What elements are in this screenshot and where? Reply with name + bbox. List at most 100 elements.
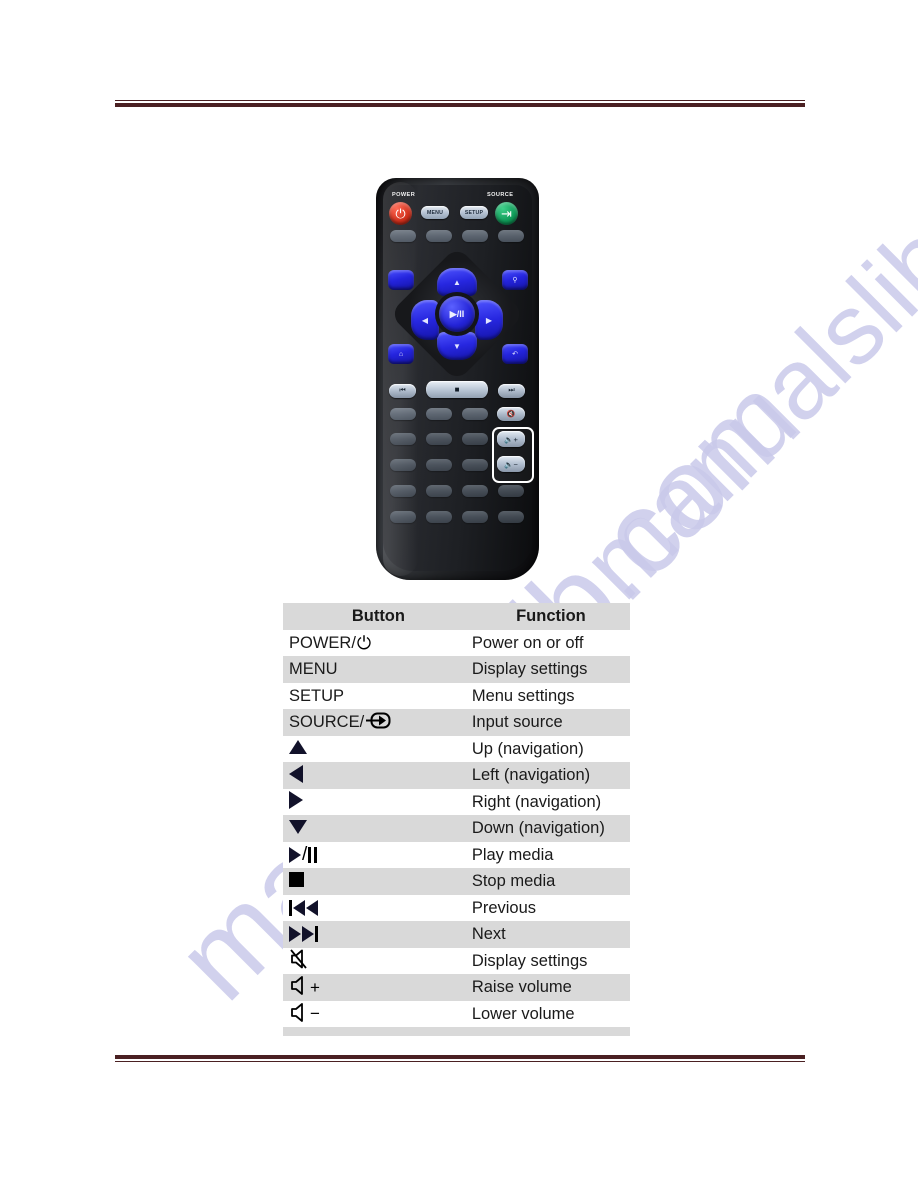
cell-button: − bbox=[283, 1000, 468, 1027]
remote-back-button[interactable]: ↶ bbox=[502, 344, 528, 364]
cell-function: Stop media bbox=[467, 868, 630, 895]
remote-keypad-button[interactable] bbox=[462, 485, 488, 497]
header-rule-thick-line bbox=[115, 103, 805, 107]
remote-keypad-button[interactable] bbox=[426, 433, 452, 445]
cell-button: / bbox=[283, 841, 468, 868]
play-pause-icon: / bbox=[289, 845, 468, 864]
remote-next-button[interactable]: ⏭ bbox=[498, 384, 525, 398]
remote-menu-button[interactable]: MENU bbox=[421, 206, 449, 219]
remote-keypad-button[interactable] bbox=[390, 511, 416, 523]
header-rule bbox=[115, 100, 805, 107]
table-row: POWER/ ⏻ Power on or off bbox=[283, 629, 630, 656]
cell-function: Right (navigation) bbox=[467, 788, 630, 815]
cell-function: Lower volume bbox=[467, 1000, 630, 1027]
remote-keypad-button[interactable] bbox=[462, 408, 488, 420]
column-header-function: Function bbox=[467, 603, 630, 630]
remote-body: POWER SOURCE ⏻ ⇥ MENU SETUP ⚲ ⌂ ↶ ▲ ▼ ◀ … bbox=[376, 178, 539, 580]
remote-keypad-button[interactable] bbox=[462, 230, 488, 242]
cell-button bbox=[283, 788, 468, 815]
remote-keypad-button[interactable] bbox=[498, 485, 524, 497]
cell-button: SOURCE/ bbox=[283, 709, 468, 736]
table-row: SOURCE/ Input source bbox=[283, 709, 630, 736]
power-icon: ⏻ bbox=[356, 632, 372, 653]
cell-function: Raise volume bbox=[467, 974, 630, 1001]
remote-mute-button[interactable]: 🔇 bbox=[497, 407, 525, 421]
remote-search-button[interactable]: ⚲ bbox=[502, 270, 528, 290]
remote-play-pause-button[interactable]: ▶/II bbox=[439, 296, 475, 332]
cell-button: MENU bbox=[283, 656, 468, 683]
source-icon bbox=[365, 712, 391, 733]
remote-previous-button[interactable]: ⏮ bbox=[389, 384, 416, 398]
remote-source-label: SOURCE bbox=[487, 192, 514, 198]
remote-volume-up-button[interactable]: 🔈+ bbox=[497, 431, 525, 447]
remote-stop-button[interactable]: ■ bbox=[426, 381, 488, 398]
remote-keypad-button[interactable] bbox=[390, 408, 416, 420]
remote-dpad-down-button[interactable]: ▼ bbox=[437, 332, 477, 360]
remote-keypad-button[interactable] bbox=[426, 485, 452, 497]
remote-keypad-button[interactable] bbox=[390, 230, 416, 242]
remote-power-button[interactable]: ⏻ bbox=[389, 202, 412, 225]
volume-down-icon bbox=[289, 1002, 311, 1027]
cell-button bbox=[283, 894, 468, 921]
remote-keypad-button[interactable] bbox=[462, 459, 488, 471]
table-row: SETUP Menu settings bbox=[283, 682, 630, 709]
table-row: Right (navigation) bbox=[283, 788, 630, 815]
watermark-text: manualslib.com bbox=[560, 49, 918, 620]
remote-keypad-button[interactable] bbox=[390, 433, 416, 445]
table-row: MENU Display settings bbox=[283, 656, 630, 683]
remote-keypad-button[interactable] bbox=[462, 511, 488, 523]
table-row: + Raise volume bbox=[283, 974, 630, 1001]
remote-keypad-button[interactable] bbox=[426, 511, 452, 523]
arrow-up-icon bbox=[289, 740, 307, 754]
remote-setup-button[interactable]: SETUP bbox=[460, 206, 488, 219]
cell-function: Next bbox=[467, 921, 630, 948]
power-icon: ⏻ bbox=[395, 206, 406, 221]
cell-button bbox=[283, 762, 468, 789]
cell-function: Down (navigation) bbox=[467, 815, 630, 842]
cell-button bbox=[283, 921, 468, 948]
cell-function: Up (navigation) bbox=[467, 735, 630, 762]
table-bottom-band bbox=[283, 1027, 630, 1036]
cell-button bbox=[283, 735, 468, 762]
previous-icon bbox=[289, 899, 468, 916]
remote-keypad-button[interactable] bbox=[462, 433, 488, 445]
table-row: Up (navigation) bbox=[283, 735, 630, 762]
table-header-row: Button Function bbox=[283, 603, 630, 630]
cell-button bbox=[283, 815, 468, 842]
table-row: − Lower volume bbox=[283, 1000, 630, 1027]
remote-dpad-right-button[interactable]: ▶ bbox=[475, 300, 503, 340]
remote-keypad-button[interactable] bbox=[390, 459, 416, 471]
cell-button: + bbox=[283, 974, 468, 1001]
footer-rule-thin-line bbox=[115, 1061, 805, 1062]
cell-function: Display settings bbox=[467, 947, 630, 974]
remote-keypad-button[interactable] bbox=[498, 511, 524, 523]
remote-dpad-up-button[interactable]: ▲ bbox=[437, 268, 477, 296]
stop-icon bbox=[289, 872, 304, 887]
remote-keypad-button[interactable] bbox=[426, 459, 452, 471]
table-row: Left (navigation) bbox=[283, 762, 630, 789]
button-label: POWER/ bbox=[289, 633, 356, 652]
remote-volume-down-button[interactable]: 🔈− bbox=[497, 456, 525, 472]
cell-button: SETUP bbox=[283, 682, 468, 709]
remote-dpad-left-button[interactable]: ◀ bbox=[411, 300, 439, 340]
remote-keypad-button[interactable] bbox=[390, 485, 416, 497]
remote-keypad-button[interactable] bbox=[498, 230, 524, 242]
source-icon: ⇥ bbox=[501, 206, 512, 221]
cell-function: Menu settings bbox=[467, 682, 630, 709]
button-function-table: Button Function POWER/ ⏻ Power on or off… bbox=[283, 603, 630, 1027]
cell-function: Input source bbox=[467, 709, 630, 736]
cell-button bbox=[283, 868, 468, 895]
remote-keypad-button[interactable] bbox=[426, 408, 452, 420]
cell-function: Play media bbox=[467, 841, 630, 868]
remote-keypad-button[interactable] bbox=[426, 230, 452, 242]
table-row: Display settings bbox=[283, 947, 630, 974]
cell-button bbox=[283, 947, 468, 974]
cell-function: Display settings bbox=[467, 656, 630, 683]
cell-function: Previous bbox=[467, 894, 630, 921]
cell-function: Left (navigation) bbox=[467, 762, 630, 789]
remote-source-button[interactable]: ⇥ bbox=[495, 202, 518, 225]
arrow-down-icon bbox=[289, 819, 307, 834]
remote-dpad: ▲ ▼ ◀ ▶ ▶/II bbox=[389, 246, 525, 382]
arrow-left-icon bbox=[289, 764, 303, 783]
cell-function: Power on or off bbox=[467, 629, 630, 656]
